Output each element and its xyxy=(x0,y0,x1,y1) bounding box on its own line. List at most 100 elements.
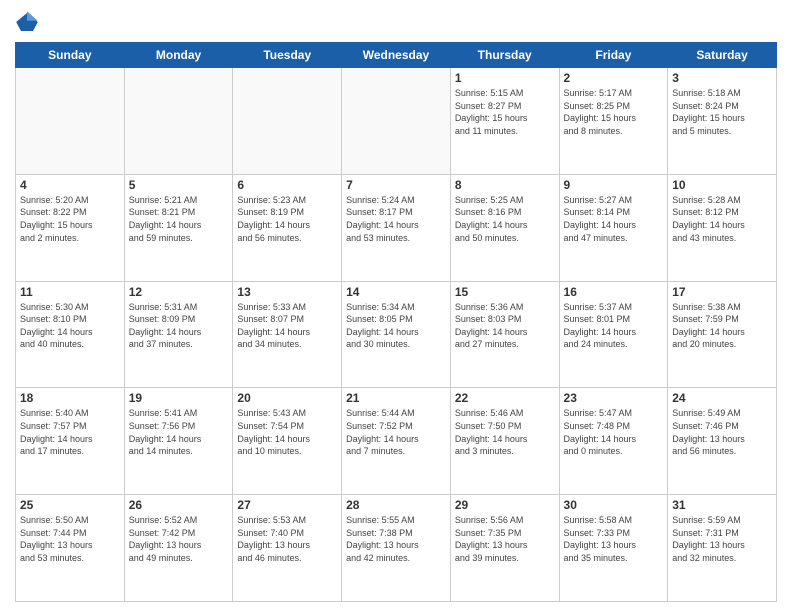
day-cell: 11 Sunrise: 5:30 AM Sunset: 8:10 PM Dayli… xyxy=(16,281,125,388)
day-info: Sunrise: 5:59 AM Sunset: 7:31 PM Dayligh… xyxy=(672,514,772,564)
logo xyxy=(15,10,43,34)
calendar-header-row: SundayMondayTuesdayWednesdayThursdayFrid… xyxy=(16,43,777,68)
day-number: 6 xyxy=(237,178,337,192)
day-info: Sunrise: 5:53 AM Sunset: 7:40 PM Dayligh… xyxy=(237,514,337,564)
day-cell: 28 Sunrise: 5:55 AM Sunset: 7:38 PM Dayli… xyxy=(342,495,451,602)
day-number: 9 xyxy=(564,178,664,192)
day-header-tuesday: Tuesday xyxy=(233,43,342,68)
day-info: Sunrise: 5:44 AM Sunset: 7:52 PM Dayligh… xyxy=(346,407,446,457)
day-info: Sunrise: 5:41 AM Sunset: 7:56 PM Dayligh… xyxy=(129,407,229,457)
day-info: Sunrise: 5:40 AM Sunset: 7:57 PM Dayligh… xyxy=(20,407,120,457)
day-header-friday: Friday xyxy=(559,43,668,68)
day-info: Sunrise: 5:20 AM Sunset: 8:22 PM Dayligh… xyxy=(20,194,120,244)
day-number: 2 xyxy=(564,71,664,85)
header xyxy=(15,10,777,34)
day-number: 8 xyxy=(455,178,555,192)
day-cell: 25 Sunrise: 5:50 AM Sunset: 7:44 PM Dayli… xyxy=(16,495,125,602)
day-cell: 8 Sunrise: 5:25 AM Sunset: 8:16 PM Daylig… xyxy=(450,174,559,281)
day-cell: 14Sunrise: 5:34 AM Sunset: 8:05 PM Dayli… xyxy=(342,281,451,388)
day-cell: 20 Sunrise: 5:43 AM Sunset: 7:54 PM Dayli… xyxy=(233,388,342,495)
day-info: Sunrise: 5:17 AM Sunset: 8:25 PM Dayligh… xyxy=(564,87,664,137)
day-cell: 23 Sunrise: 5:47 AM Sunset: 7:48 PM Dayli… xyxy=(559,388,668,495)
day-number: 23 xyxy=(564,391,664,405)
day-cell: 12Sunrise: 5:31 AM Sunset: 8:09 PM Dayli… xyxy=(124,281,233,388)
day-info: Sunrise: 5:43 AM Sunset: 7:54 PM Dayligh… xyxy=(237,407,337,457)
day-number: 24 xyxy=(672,391,772,405)
day-number: 25 xyxy=(20,498,120,512)
day-info: Sunrise: 5:46 AM Sunset: 7:50 PM Dayligh… xyxy=(455,407,555,457)
day-info: Sunrise: 5:18 AM Sunset: 8:24 PM Dayligh… xyxy=(672,87,772,137)
day-cell: 10 Sunrise: 5:28 AM Sunset: 8:12 PM Dayli… xyxy=(668,174,777,281)
day-info: Sunrise: 5:23 AM Sunset: 8:19 PM Dayligh… xyxy=(237,194,337,244)
day-number: 16 xyxy=(564,285,664,299)
day-info: Sunrise: 5:56 AM Sunset: 7:35 PM Dayligh… xyxy=(455,514,555,564)
day-header-saturday: Saturday xyxy=(668,43,777,68)
day-info: Sunrise: 5:25 AM Sunset: 8:16 PM Dayligh… xyxy=(455,194,555,244)
day-info: Sunrise: 5:52 AM Sunset: 7:42 PM Dayligh… xyxy=(129,514,229,564)
day-cell: 29 Sunrise: 5:56 AM Sunset: 7:35 PM Dayli… xyxy=(450,495,559,602)
day-info: Sunrise: 5:37 AM Sunset: 8:01 PM Dayligh… xyxy=(564,301,664,351)
day-cell: 1Sunrise: 5:15 AM Sunset: 8:27 PM Daylig… xyxy=(450,68,559,175)
day-number: 13 xyxy=(237,285,337,299)
day-cell: 24 Sunrise: 5:49 AM Sunset: 7:46 PM Dayli… xyxy=(668,388,777,495)
day-cell xyxy=(233,68,342,175)
day-info: Sunrise: 5:58 AM Sunset: 7:33 PM Dayligh… xyxy=(564,514,664,564)
page: SundayMondayTuesdayWednesdayThursdayFrid… xyxy=(0,0,792,612)
day-info: Sunrise: 5:27 AM Sunset: 8:14 PM Dayligh… xyxy=(564,194,664,244)
day-cell: 5Sunrise: 5:21 AM Sunset: 8:21 PM Daylig… xyxy=(124,174,233,281)
day-cell: 17 Sunrise: 5:38 AM Sunset: 7:59 PM Dayli… xyxy=(668,281,777,388)
day-cell: 18 Sunrise: 5:40 AM Sunset: 7:57 PM Dayli… xyxy=(16,388,125,495)
day-cell xyxy=(16,68,125,175)
day-info: Sunrise: 5:47 AM Sunset: 7:48 PM Dayligh… xyxy=(564,407,664,457)
day-header-thursday: Thursday xyxy=(450,43,559,68)
day-cell: 7Sunrise: 5:24 AM Sunset: 8:17 PM Daylig… xyxy=(342,174,451,281)
day-info: Sunrise: 5:31 AM Sunset: 8:09 PM Dayligh… xyxy=(129,301,229,351)
day-info: Sunrise: 5:21 AM Sunset: 8:21 PM Dayligh… xyxy=(129,194,229,244)
day-number: 17 xyxy=(672,285,772,299)
day-info: Sunrise: 5:28 AM Sunset: 8:12 PM Dayligh… xyxy=(672,194,772,244)
day-number: 1 xyxy=(455,71,555,85)
day-cell: 9 Sunrise: 5:27 AM Sunset: 8:14 PM Daylig… xyxy=(559,174,668,281)
day-info: Sunrise: 5:36 AM Sunset: 8:03 PM Dayligh… xyxy=(455,301,555,351)
calendar-week-row: 4Sunrise: 5:20 AM Sunset: 8:22 PM Daylig… xyxy=(16,174,777,281)
day-number: 29 xyxy=(455,498,555,512)
day-cell: 2 Sunrise: 5:17 AM Sunset: 8:25 PM Daylig… xyxy=(559,68,668,175)
day-info: Sunrise: 5:30 AM Sunset: 8:10 PM Dayligh… xyxy=(20,301,120,351)
day-info: Sunrise: 5:38 AM Sunset: 7:59 PM Dayligh… xyxy=(672,301,772,351)
day-cell: 30 Sunrise: 5:58 AM Sunset: 7:33 PM Dayli… xyxy=(559,495,668,602)
day-number: 30 xyxy=(564,498,664,512)
day-number: 18 xyxy=(20,391,120,405)
day-cell xyxy=(124,68,233,175)
day-number: 27 xyxy=(237,498,337,512)
day-header-monday: Monday xyxy=(124,43,233,68)
day-cell: 3 Sunrise: 5:18 AM Sunset: 8:24 PM Daylig… xyxy=(668,68,777,175)
day-cell: 27 Sunrise: 5:53 AM Sunset: 7:40 PM Dayli… xyxy=(233,495,342,602)
day-info: Sunrise: 5:50 AM Sunset: 7:44 PM Dayligh… xyxy=(20,514,120,564)
day-header-wednesday: Wednesday xyxy=(342,43,451,68)
day-number: 14 xyxy=(346,285,446,299)
day-info: Sunrise: 5:55 AM Sunset: 7:38 PM Dayligh… xyxy=(346,514,446,564)
day-cell: 31 Sunrise: 5:59 AM Sunset: 7:31 PM Dayli… xyxy=(668,495,777,602)
day-cell xyxy=(342,68,451,175)
day-info: Sunrise: 5:49 AM Sunset: 7:46 PM Dayligh… xyxy=(672,407,772,457)
day-cell: 13Sunrise: 5:33 AM Sunset: 8:07 PM Dayli… xyxy=(233,281,342,388)
day-number: 7 xyxy=(346,178,446,192)
day-number: 19 xyxy=(129,391,229,405)
day-cell: 19 Sunrise: 5:41 AM Sunset: 7:56 PM Dayli… xyxy=(124,388,233,495)
calendar-week-row: 11 Sunrise: 5:30 AM Sunset: 8:10 PM Dayli… xyxy=(16,281,777,388)
day-number: 10 xyxy=(672,178,772,192)
day-cell: 6 Sunrise: 5:23 AM Sunset: 8:19 PM Daylig… xyxy=(233,174,342,281)
day-number: 3 xyxy=(672,71,772,85)
day-cell: 16 Sunrise: 5:37 AM Sunset: 8:01 PM Dayli… xyxy=(559,281,668,388)
day-number: 11 xyxy=(20,285,120,299)
day-number: 21 xyxy=(346,391,446,405)
day-number: 31 xyxy=(672,498,772,512)
calendar-week-row: 25 Sunrise: 5:50 AM Sunset: 7:44 PM Dayli… xyxy=(16,495,777,602)
calendar-table: SundayMondayTuesdayWednesdayThursdayFrid… xyxy=(15,42,777,602)
day-cell: 4Sunrise: 5:20 AM Sunset: 8:22 PM Daylig… xyxy=(16,174,125,281)
day-number: 15 xyxy=(455,285,555,299)
day-number: 28 xyxy=(346,498,446,512)
day-cell: 21 Sunrise: 5:44 AM Sunset: 7:52 PM Dayli… xyxy=(342,388,451,495)
calendar-week-row: 18 Sunrise: 5:40 AM Sunset: 7:57 PM Dayli… xyxy=(16,388,777,495)
day-number: 20 xyxy=(237,391,337,405)
